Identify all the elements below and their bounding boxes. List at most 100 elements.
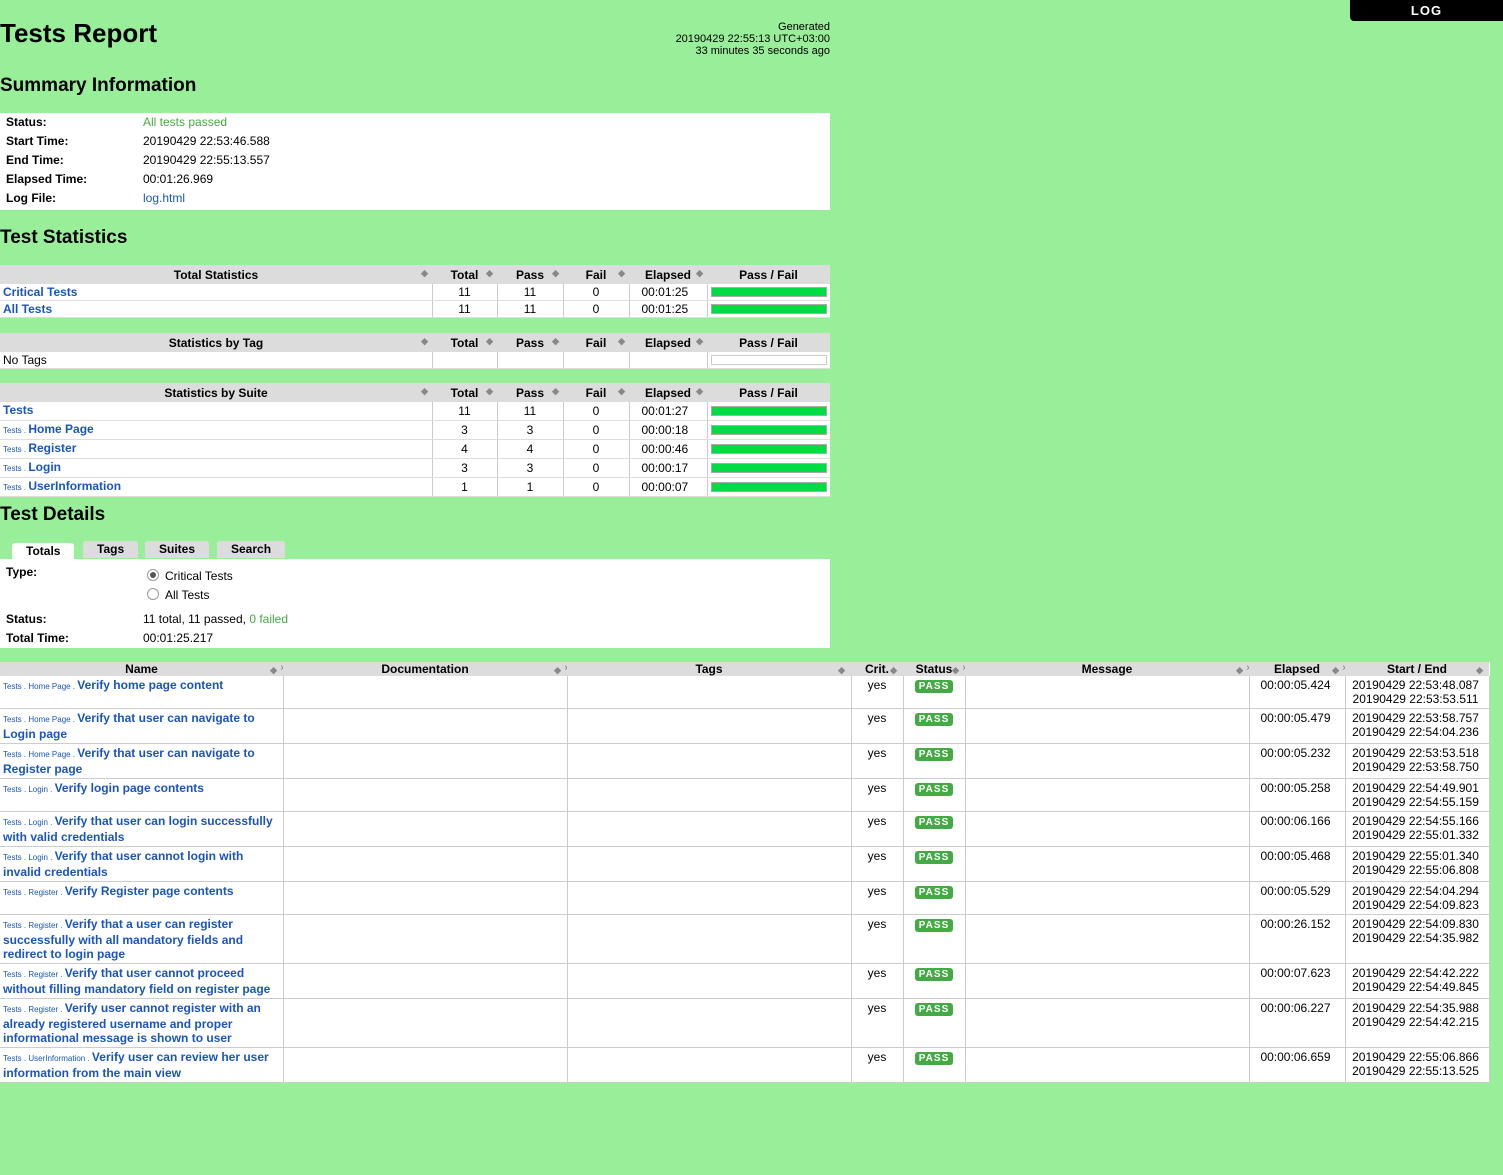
test-message xyxy=(965,914,1250,964)
test-crit: yes xyxy=(851,881,904,915)
col-tags-header[interactable]: Tags ◆ xyxy=(567,662,851,676)
test-link[interactable]: Tests . Home Page . Verify that user can… xyxy=(3,711,255,741)
table-row: Tests . Register . Verify Register page … xyxy=(0,881,1490,915)
sort-icon: ◆ xyxy=(421,386,428,396)
table-row: Tests . Home Page . Verify home page con… xyxy=(0,676,1490,709)
test-start: 20190429 22:53:58.757 xyxy=(1352,711,1479,725)
col-passfail-header: Pass / Fail xyxy=(707,383,830,402)
sort-icon: ◆ xyxy=(486,336,493,346)
tab-tags[interactable]: Tags xyxy=(83,541,139,558)
col-elapsed-label: Elapsed xyxy=(644,385,692,400)
col-total-label: Total xyxy=(450,335,479,350)
sort-icon: ◆ xyxy=(618,386,625,396)
sort-icon: ◆ xyxy=(1236,665,1243,675)
col-elapsed-header[interactable]: Elapsed ◆ xyxy=(629,383,707,402)
col-message-header[interactable]: Message◆× xyxy=(965,662,1252,676)
test-message xyxy=(965,963,1250,999)
col-elapsed-label: Elapsed xyxy=(1273,662,1321,676)
test-link[interactable]: Tests . Register . Verify user cannot re… xyxy=(3,1001,261,1045)
radio-critical-label: Critical Tests xyxy=(165,569,233,583)
test-end: 20190429 22:54:49.845 xyxy=(1352,980,1479,994)
test-link[interactable]: Tests . Register . Verify that a user ca… xyxy=(3,917,243,961)
col-status-header[interactable]: Status◆× xyxy=(903,662,968,676)
test-link[interactable]: Tests . Register . Verify Register page … xyxy=(3,884,234,898)
radio-all-tests[interactable]: All Tests xyxy=(147,588,209,602)
suite-name: UserInformation xyxy=(28,479,122,493)
status-badge: PASS xyxy=(914,886,954,899)
test-elapsed: 00:00:06.659 xyxy=(1249,1047,1346,1083)
suite-prefix: Tests . xyxy=(3,445,29,454)
col-elapsed-header[interactable]: Elapsed◆× xyxy=(1249,662,1348,676)
test-elapsed: 00:00:05.479 xyxy=(1249,708,1346,744)
test-link[interactable]: Tests . Home Page . Verify home page con… xyxy=(3,678,223,692)
col-passfail-header: Pass / Fail xyxy=(707,333,830,352)
test-documentation xyxy=(283,811,568,847)
total-statistics-header[interactable]: Total Statistics ◆ xyxy=(0,265,432,284)
test-link[interactable]: Tests . Login . Verify login page conten… xyxy=(3,781,204,795)
test-documentation xyxy=(283,881,568,915)
col-crit-header[interactable]: Crit. ◆ xyxy=(851,662,903,676)
test-tags xyxy=(567,914,852,964)
suite-link[interactable]: Tests . Register xyxy=(3,441,76,455)
col-elapsed-header[interactable]: Elapsed ◆ xyxy=(629,265,707,284)
test-link[interactable]: Tests . Login . Verify that user cannot … xyxy=(3,849,243,879)
col-fail-header[interactable]: Fail ◆ xyxy=(563,333,629,352)
tab-search[interactable]: Search xyxy=(217,541,286,558)
col-total-header[interactable]: Total ◆ xyxy=(432,265,497,284)
sort-icon: ◆ xyxy=(421,336,428,346)
generated-ago: 33 minutes 35 seconds ago xyxy=(695,45,830,57)
col-pass-header[interactable]: Pass ◆ xyxy=(497,333,563,352)
test-link[interactable]: Tests . Login . Verify that user can log… xyxy=(3,814,273,844)
test-link[interactable]: Tests . Register . Verify that user cann… xyxy=(3,966,270,996)
col-total-header[interactable]: Total ◆ xyxy=(432,383,497,402)
stat-elapsed: 00:01:25 xyxy=(629,300,708,318)
table-row: Tests . Login . Verify that user can log… xyxy=(0,811,1490,847)
radio-critical-tests[interactable]: Critical Tests xyxy=(147,569,233,583)
test-start-end: 20190429 22:55:01.340 20190429 22:55:06.8… xyxy=(1345,846,1490,882)
col-elapsed-header[interactable]: Elapsed ◆ xyxy=(629,333,707,352)
suite-statistics-header[interactable]: Statistics by Suite ◆ xyxy=(0,383,432,402)
col-fail-header[interactable]: Fail ◆ xyxy=(563,265,629,284)
test-documentation xyxy=(283,963,568,999)
stat-link-critical-tests[interactable]: Critical Tests xyxy=(3,285,77,299)
summary-end-label: End Time: xyxy=(6,153,64,167)
col-pass-header[interactable]: Pass ◆ xyxy=(497,383,563,402)
col-startend-header[interactable]: Start / End ◆ xyxy=(1345,662,1489,676)
test-link[interactable]: Tests . Home Page . Verify that user can… xyxy=(3,746,255,776)
test-start: 20190429 22:54:09.830 xyxy=(1352,917,1479,931)
sort-icon: ◆ xyxy=(552,268,559,278)
suite-link[interactable]: Tests . Login xyxy=(3,460,61,474)
tag-statistics-header[interactable]: Statistics by Tag ◆ xyxy=(0,333,432,352)
suite-link[interactable]: Tests . Home Page xyxy=(3,422,94,436)
page-title: Tests Report xyxy=(0,18,157,48)
tab-suites[interactable]: Suites xyxy=(145,541,210,558)
suite-link[interactable]: Tests xyxy=(3,403,33,417)
suite-prefix: Tests . xyxy=(3,483,29,492)
test-start-end: 20190429 22:53:48.087 20190429 22:53:53.5… xyxy=(1345,676,1490,709)
col-total-header[interactable]: Total ◆ xyxy=(432,333,497,352)
status-failed-text: 0 failed xyxy=(249,612,289,626)
col-name-label: Name xyxy=(125,662,158,676)
test-message xyxy=(965,881,1250,915)
log-button[interactable]: LOG xyxy=(1350,0,1503,21)
col-doc-header[interactable]: Documentation◆× xyxy=(283,662,570,676)
test-elapsed: 00:00:05.232 xyxy=(1249,743,1346,779)
test-end: 20190429 22:54:42.215 xyxy=(1352,1015,1479,1029)
col-passfail-label: Pass / Fail xyxy=(739,335,798,350)
suite-link[interactable]: Tests . UserInformation xyxy=(3,479,121,493)
test-message xyxy=(965,778,1250,812)
test-tags xyxy=(567,846,852,882)
test-end: 20190429 22:55:06.808 xyxy=(1352,863,1479,877)
test-message xyxy=(965,998,1250,1048)
log-file-link[interactable]: log.html xyxy=(143,189,185,208)
stat-pass: 11 xyxy=(497,300,564,318)
details-status-label: Status: xyxy=(6,612,47,626)
col-pass-header[interactable]: Pass ◆ xyxy=(497,265,563,284)
summary-logfile-label: Log File: xyxy=(6,191,56,205)
test-start: 20190429 22:54:49.901 xyxy=(1352,781,1479,795)
col-name-header[interactable]: Name◆× xyxy=(0,662,286,676)
stat-link-all-tests[interactable]: All Tests xyxy=(3,302,52,316)
test-link[interactable]: Tests . UserInformation . Verify user ca… xyxy=(3,1050,269,1080)
col-fail-header[interactable]: Fail ◆ xyxy=(563,383,629,402)
stat-fail: 0 xyxy=(563,477,630,497)
